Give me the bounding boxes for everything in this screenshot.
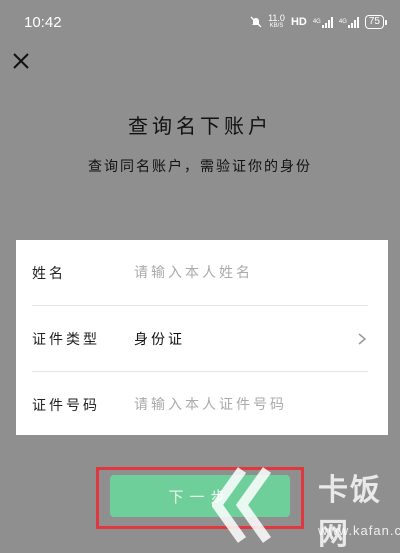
status-time: 10:42 [24, 13, 62, 31]
hd-icon: HD [290, 16, 307, 28]
net-speed-value: 11.0 [268, 13, 285, 23]
id-type-value: 身份证 [134, 331, 185, 348]
net-speed-unit: KB/S [269, 23, 284, 29]
close-icon [13, 53, 29, 69]
signal-icon: 4G [312, 16, 333, 28]
battery-icon: 75 [364, 15, 388, 29]
status-bar: 10:42 11.0 KB/S HD 4G 4G 75 [0, 0, 400, 44]
net-speed: 11.0 KB/S [268, 14, 285, 30]
name-label: 姓名 [32, 265, 66, 282]
close-button[interactable] [10, 50, 32, 72]
network-type-2: 4G [338, 19, 347, 25]
page-title: 查询名下账户 [128, 114, 272, 138]
next-button[interactable]: 下一步 [110, 475, 290, 517]
id-number-label: 证件号码 [32, 397, 100, 414]
mute-bell-icon [250, 16, 262, 28]
identity-form: 姓名 证件类型 身份证 证件号码 [16, 240, 388, 435]
id-number-input[interactable] [134, 396, 368, 413]
id-number-row: 证件号码 [32, 371, 368, 437]
id-type-row[interactable]: 证件类型 身份证 [32, 305, 368, 371]
page-subtitle: 查询同名账户，需验证你的身份 [88, 159, 312, 175]
status-icons: 11.0 KB/S HD 4G 4G 75 [250, 14, 388, 30]
watermark-brand: 卡饭网 [318, 473, 382, 552]
watermark-url: www.kafan.cn [318, 523, 400, 538]
name-input[interactable] [134, 264, 368, 281]
id-type-label: 证件类型 [32, 331, 100, 348]
network-type-1: 4G [312, 19, 321, 25]
chevron-right-icon [356, 332, 368, 345]
name-row: 姓名 [32, 240, 368, 305]
signal-icon: 4G [338, 16, 359, 28]
